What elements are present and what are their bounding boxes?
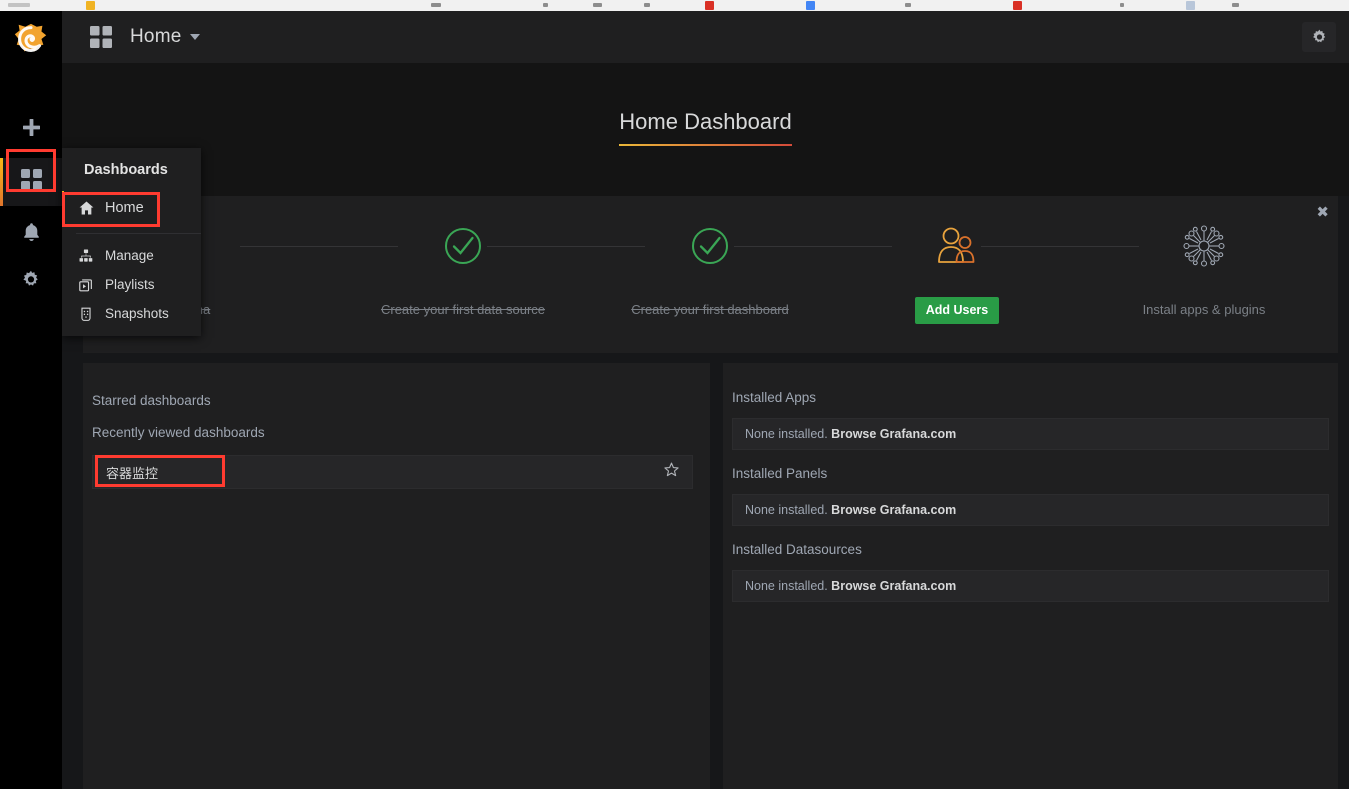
check-circle-icon bbox=[373, 219, 553, 273]
onboarding-step-label: Create your first data source bbox=[380, 302, 546, 317]
browse-grafana-link[interactable]: Browse Grafana.com bbox=[831, 579, 956, 593]
sidebar-item-create[interactable] bbox=[0, 106, 62, 154]
installed-apps-row[interactable]: None installed. Browse Grafana.com bbox=[732, 418, 1329, 450]
page-title-region: Home Dashboard bbox=[62, 63, 1349, 196]
page-title: Home Dashboard bbox=[619, 109, 792, 146]
dropdown-title: Dashboards bbox=[84, 162, 168, 178]
bell-icon bbox=[22, 222, 41, 247]
onboarding-step[interactable]: Create your first dashboard bbox=[620, 219, 800, 317]
menu-item-manage[interactable]: Manage bbox=[62, 241, 201, 270]
recent-dashboards-heading: Recently viewed dashboards bbox=[92, 425, 265, 440]
bookmark-item[interactable] bbox=[644, 3, 650, 7]
bookmark-item[interactable] bbox=[1120, 3, 1124, 7]
dashboards-panel: Starred dashboards Recently viewed dashb… bbox=[83, 363, 710, 789]
star-outline-icon[interactable] bbox=[664, 462, 679, 482]
getting-started-panel: ✖ Install Grafana Creat bbox=[83, 195, 1338, 353]
menu-item-playlists[interactable]: Playlists bbox=[62, 270, 201, 299]
users-icon bbox=[867, 219, 1047, 273]
add-users-button[interactable]: Add Users bbox=[914, 297, 1000, 324]
browse-grafana-link[interactable]: Browse Grafana.com bbox=[831, 427, 956, 441]
none-installed-text: None installed. bbox=[745, 503, 832, 517]
menu-item-label: Snapshots bbox=[105, 306, 169, 321]
bookmark-item[interactable] bbox=[431, 3, 441, 7]
installed-apps-heading: Installed Apps bbox=[732, 390, 817, 405]
onboarding-step[interactable]: Install apps & plugins bbox=[1114, 219, 1294, 317]
bookmark-favicon[interactable] bbox=[806, 1, 815, 10]
bookmark-favicon[interactable] bbox=[1013, 1, 1022, 10]
menu-item-label: Home bbox=[105, 200, 144, 216]
bookmark-favicon[interactable] bbox=[86, 1, 95, 10]
onboarding-step[interactable]: Create your first data source bbox=[373, 219, 553, 317]
chevron-down-icon[interactable] bbox=[190, 34, 201, 40]
breadcrumb-home[interactable]: Home bbox=[130, 26, 181, 48]
plugins-panel: Installed Apps None installed. Browse Gr… bbox=[723, 363, 1338, 789]
installed-panels-heading: Installed Panels bbox=[732, 466, 828, 481]
bookmark-favicon[interactable] bbox=[1186, 1, 1195, 10]
home-icon bbox=[79, 201, 101, 215]
bookmark-favicon[interactable] bbox=[705, 1, 714, 10]
sidebar-item-dashboards[interactable] bbox=[0, 158, 62, 206]
browse-grafana-link[interactable]: Browse Grafana.com bbox=[831, 503, 956, 517]
bookmark-item[interactable] bbox=[593, 3, 602, 7]
gear-icon bbox=[21, 270, 41, 295]
installed-datasources-row[interactable]: None installed. Browse Grafana.com bbox=[732, 570, 1329, 602]
grid-icon bbox=[20, 169, 42, 195]
onboarding-step-label: Create your first dashboard bbox=[631, 302, 789, 317]
top-navigation-bar: Home bbox=[62, 11, 1349, 63]
list-item[interactable]: 容器监控 bbox=[92, 455, 693, 489]
bookmark-item[interactable] bbox=[8, 3, 30, 7]
installed-datasources-heading: Installed Datasources bbox=[732, 542, 862, 557]
onboarding-steps: Install Grafana Create your first data s… bbox=[83, 195, 1338, 353]
sitemap-icon bbox=[79, 249, 101, 263]
bookmark-item[interactable] bbox=[905, 3, 911, 7]
starred-dashboards-heading: Starred dashboards bbox=[92, 393, 211, 408]
menu-item-label: Playlists bbox=[105, 277, 155, 292]
apps-plugins-icon bbox=[1114, 219, 1294, 273]
snapshot-icon bbox=[79, 307, 101, 321]
onboarding-step-label: Install apps & plugins bbox=[1142, 302, 1266, 317]
menu-item-label: Manage bbox=[105, 248, 154, 263]
menu-item-home[interactable]: Home bbox=[62, 191, 201, 225]
bookmark-item[interactable] bbox=[1232, 3, 1239, 7]
bookmark-item[interactable] bbox=[543, 3, 548, 7]
browser-bookmarks-bar bbox=[0, 0, 1349, 11]
installed-panels-row[interactable]: None installed. Browse Grafana.com bbox=[732, 494, 1329, 526]
onboarding-step[interactable]: Add Users bbox=[867, 219, 1047, 324]
menu-item-snapshots[interactable]: Snapshots bbox=[62, 299, 201, 328]
none-installed-text: None installed. bbox=[745, 579, 832, 593]
sidebar-item-alerting[interactable] bbox=[0, 210, 62, 258]
none-installed-text: None installed. bbox=[745, 427, 832, 441]
gear-icon bbox=[1312, 29, 1325, 42]
dashboards-dropdown-menu: Dashboards Home Manage Playlists Snapsho… bbox=[62, 148, 201, 336]
grid-icon[interactable] bbox=[90, 26, 112, 48]
menu-divider bbox=[76, 233, 201, 234]
playlist-icon bbox=[79, 278, 101, 292]
dashboard-title: 容器监控 bbox=[106, 465, 159, 481]
sidebar-item-configuration[interactable] bbox=[0, 258, 62, 306]
check-circle-icon bbox=[620, 219, 800, 273]
dashboard-settings-button[interactable] bbox=[1302, 22, 1336, 52]
left-navigation-rail bbox=[0, 11, 62, 789]
plus-icon bbox=[22, 118, 41, 142]
grafana-logo-icon[interactable] bbox=[12, 21, 50, 59]
